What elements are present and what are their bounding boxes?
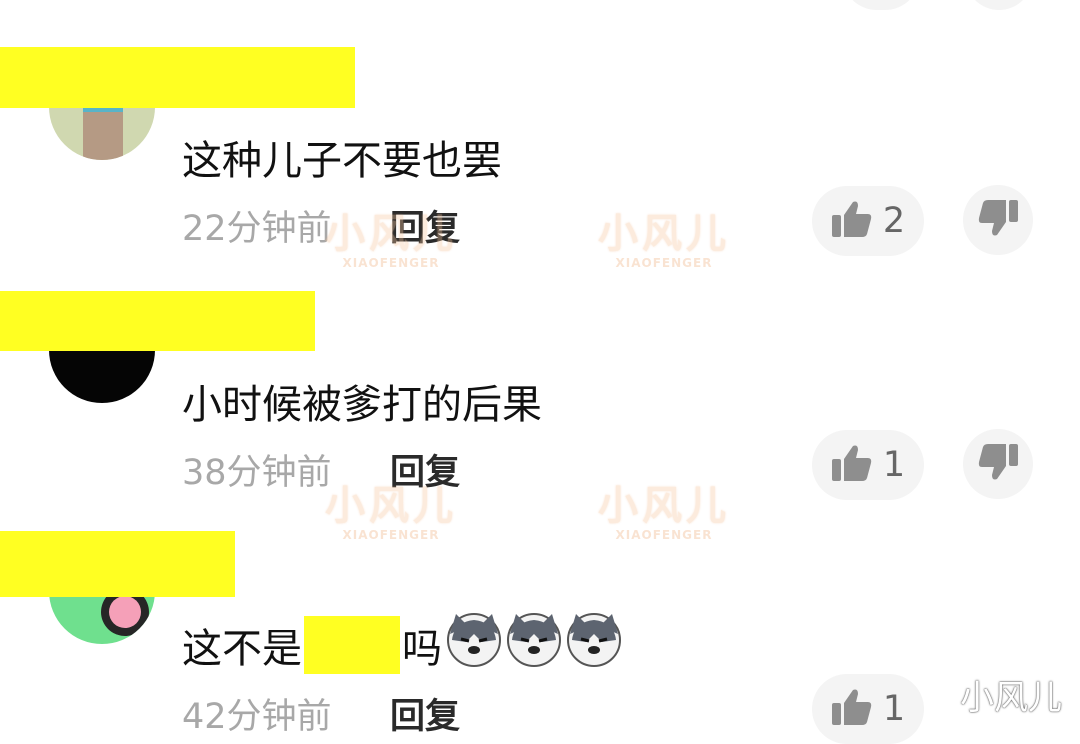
- like-count: 1: [882, 689, 906, 729]
- prev-like-button-partial[interactable]: [842, 0, 920, 10]
- watermark: 小风儿 XIAOFENGER: [325, 211, 457, 270]
- comment-text-part: 这不是: [182, 626, 302, 672]
- prev-dislike-button-partial[interactable]: [965, 0, 1033, 10]
- dislike-button[interactable]: [963, 185, 1033, 255]
- like-button[interactable]: 1: [812, 674, 924, 744]
- comment-timestamp: 22分钟前: [182, 209, 332, 249]
- watermark: 小风儿 XIAOFENGER: [598, 211, 730, 270]
- husky-emoji-icon: [566, 612, 622, 678]
- thumbs-up-icon: [831, 199, 873, 243]
- watermark: 小风儿 XIAOFENGER: [325, 483, 457, 542]
- dislike-button[interactable]: [963, 429, 1033, 499]
- corner-watermark: 小风儿: [960, 678, 1062, 718]
- comment-text: 这种儿子不要也罢: [182, 138, 502, 184]
- comment-timestamp: 38分钟前: [182, 453, 332, 493]
- thumbs-down-icon: [977, 442, 1019, 486]
- thumbs-up-icon: [831, 443, 873, 487]
- comment-timestamp: 42分钟前: [182, 697, 332, 737]
- like-count: 1: [882, 445, 906, 485]
- like-button[interactable]: 2: [812, 186, 924, 256]
- redacted-username: [0, 291, 315, 351]
- redacted-username: [0, 531, 235, 597]
- comment-text-part: 吗: [402, 626, 442, 672]
- husky-emoji-icon: [506, 612, 562, 678]
- redacted-word: [304, 616, 400, 674]
- watermark: 小风儿 XIAOFENGER: [598, 483, 730, 542]
- comment-text: 小时候被爹打的后果: [182, 382, 542, 428]
- thumbs-up-icon: [831, 687, 873, 731]
- comment-text: 这不是 吗: [182, 612, 622, 678]
- like-count: 2: [882, 201, 906, 241]
- thumbs-down-icon: [977, 198, 1019, 242]
- husky-emoji-icon: [446, 612, 502, 678]
- redacted-username: [0, 47, 355, 108]
- reply-button[interactable]: 回复: [390, 688, 460, 739]
- like-button[interactable]: 1: [812, 430, 924, 500]
